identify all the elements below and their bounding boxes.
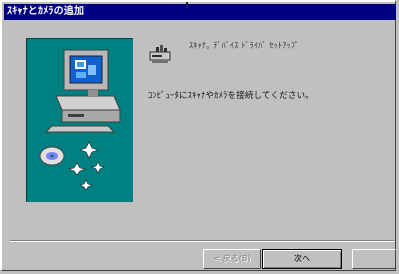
title-bar-mark bbox=[186, 2, 188, 8]
scanner-drive-icon bbox=[149, 45, 171, 63]
wizard-illustration-panel bbox=[26, 38, 133, 202]
wizard-heading: ｽｷｬﾅ｡ ﾃﾞﾊﾞｲｽ ﾄﾞﾗｲﾊﾞ ｾｯﾄｱｯﾌﾟ bbox=[189, 41, 300, 50]
disc-icon bbox=[39, 146, 65, 166]
button-separator bbox=[10, 240, 394, 242]
title-bar[interactable]: ｽｷｬﾅとｶﾒﾗの追加 bbox=[4, 2, 396, 20]
cancel-button[interactable] bbox=[352, 249, 396, 269]
next-button[interactable]: 次へ bbox=[262, 249, 342, 269]
back-button[interactable]: < 戻る(B) bbox=[203, 249, 261, 269]
computer-illustration-icon bbox=[39, 49, 121, 191]
sparkle-icon bbox=[67, 141, 105, 191]
wizard-instruction: ｺﾝﾋﾟｭｰﾀにｽｷｬﾅやｶﾒﾗを接続してください。 bbox=[148, 91, 314, 101]
window-title: ｽｷｬﾅとｶﾒﾗの追加 bbox=[7, 6, 85, 17]
wizard-window: ｽｷｬﾅとｶﾒﾗの追加 ｽｷｬﾅ｡ ﾃﾞﾊﾞｲｽ ﾄﾞﾗｲﾊﾞ ｾｯﾄｱｯﾌﾟ … bbox=[0, 0, 396, 271]
